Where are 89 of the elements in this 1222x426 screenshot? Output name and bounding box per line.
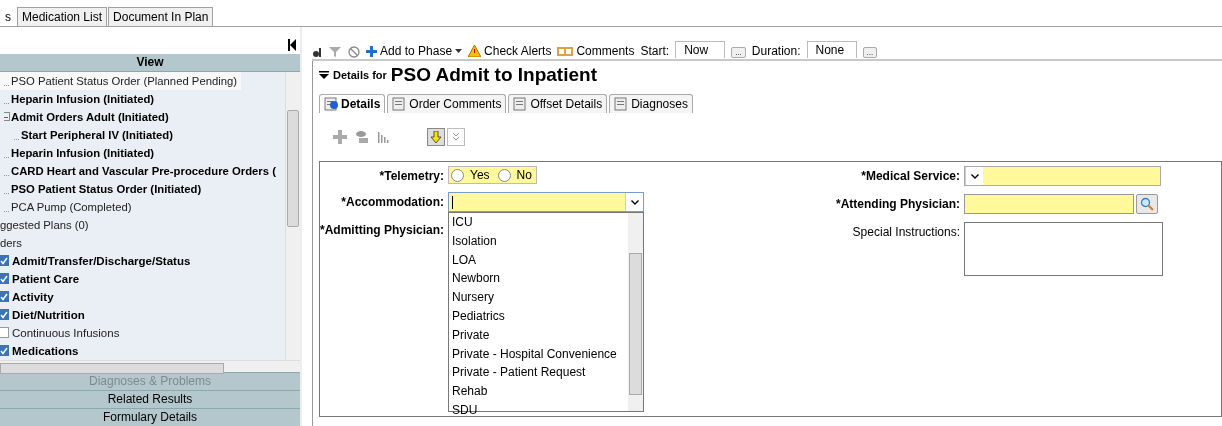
plus-icon[interactable] [333, 130, 347, 144]
dropdown-option[interactable]: Rehab [449, 382, 628, 401]
field-label: *Attending Physician: [835, 196, 960, 211]
prohibited-icon[interactable] [348, 46, 360, 58]
expand-button[interactable] [447, 128, 465, 146]
dropdown-option[interactable]: ICU [449, 213, 628, 232]
section-header[interactable]: Related Results [0, 390, 300, 408]
caret-icon[interactable] [455, 48, 463, 54]
radio-option[interactable]: No [497, 168, 532, 182]
duration-label: Duration: [751, 44, 801, 58]
tree-item[interactable]: PSO Patient Status Order (Initiated) [0, 179, 285, 198]
tab[interactable]: Order Comments [387, 94, 507, 113]
comments-button[interactable]: Comments [557, 44, 635, 58]
dropdown-option[interactable]: Newborn [449, 269, 628, 289]
start-field[interactable]: Now [675, 41, 726, 58]
tree-item[interactable]: Start Peripheral IV (Initiated) [0, 125, 285, 144]
field-label: *Telemetry: [378, 168, 444, 183]
plus-icon[interactable] [366, 45, 377, 57]
category-label[interactable]: Diet/Nutrition [12, 308, 85, 321]
tab[interactable]: Offset Details [508, 94, 608, 113]
tab[interactable]: Details [319, 94, 386, 113]
tree-item[interactable]: Heparin Infusion (Initiated) [0, 143, 285, 162]
dropdown-field[interactable] [448, 192, 644, 212]
tree-item[interactable]: PCA Pump (Completed) [0, 197, 285, 216]
dropdown-field[interactable] [964, 166, 1161, 186]
search-button[interactable] [1136, 194, 1158, 214]
more-button[interactable]: ... [862, 47, 878, 58]
document-icon[interactable] [324, 97, 338, 111]
checkbox[interactable] [0, 291, 9, 303]
category-label[interactable]: Admit/Transfer/Discharge/Status [12, 254, 191, 267]
dropdown-option[interactable]: Private [449, 325, 628, 345]
document-icon[interactable] [614, 97, 629, 111]
bar-chart-icon[interactable] [377, 130, 391, 144]
category-label[interactable]: Activity [12, 290, 54, 303]
checkbox[interactable] [0, 345, 9, 357]
category-label[interactable]: Continuous Infusions [12, 326, 120, 339]
section-header[interactable]: Formulary Details [0, 408, 300, 426]
start-label: Start: [640, 44, 670, 58]
field-label: *Medical Service: [860, 168, 960, 183]
collapse-toggle-icon[interactable] [4, 112, 10, 122]
field-label: *Accommodation: [340, 194, 444, 209]
tab[interactable]: Diagnoses [609, 94, 693, 113]
tree-heading: ggested Plans (0) [0, 217, 90, 233]
checkbox[interactable] [0, 309, 9, 321]
double-chevron-icon[interactable] [452, 132, 460, 142]
collapse-icon[interactable] [288, 38, 296, 51]
dropdown-option[interactable]: LOA [449, 250, 628, 270]
tab[interactable]: Document In Plan [108, 7, 214, 26]
radio-option[interactable]: Yes [451, 168, 490, 182]
chevron-down-icon[interactable] [630, 199, 639, 205]
order-title: PSO Admit to Inpatient [390, 64, 597, 86]
dropdown-option[interactable]: Private - Patient Request [449, 363, 628, 383]
more-button[interactable]: ... [731, 47, 746, 58]
document-icon[interactable] [392, 97, 407, 111]
tree-heading: ders [0, 235, 23, 251]
stacked-icon[interactable] [355, 130, 369, 144]
panel-header[interactable]: View [0, 53, 300, 72]
tree-item[interactable]: Heparin Infusion (Initiated) [0, 89, 285, 108]
category-label[interactable]: Medications [12, 344, 79, 357]
tab[interactable]: Medication List [17, 7, 108, 26]
scrollbar[interactable] [628, 213, 643, 411]
category-label[interactable]: Patient Care [12, 272, 80, 285]
check-alerts-button[interactable]: Check Alerts [468, 44, 552, 58]
dropdown-option[interactable]: Nursery [449, 288, 628, 307]
chevron-down-icon[interactable] [970, 173, 979, 179]
input-field[interactable] [964, 194, 1134, 214]
details-prefix: Details for [333, 69, 387, 81]
document-icon[interactable] [513, 97, 528, 111]
field-label: *Admitting Physician: [320, 222, 444, 237]
dropdown-option[interactable]: Pediatrics [449, 307, 628, 326]
warning-icon[interactable] [468, 45, 482, 57]
add-to-phase-button[interactable]: Add to Phase [366, 44, 463, 58]
checkbox[interactable] [0, 273, 9, 285]
book-icon[interactable] [557, 45, 574, 57]
dropdown-option[interactable]: SDU [449, 400, 628, 420]
tree-item[interactable]: Admit Orders Adult (Initiated) [0, 107, 285, 126]
dropdown-option[interactable]: Private - Hospital Convenience [449, 344, 628, 364]
duration-field[interactable]: None [806, 41, 857, 58]
down-arrow-button[interactable] [427, 128, 445, 146]
checkbox[interactable] [0, 327, 9, 339]
text-area[interactable] [964, 222, 1163, 276]
funnel-icon[interactable] [328, 46, 342, 58]
toolbar-icon[interactable] [312, 46, 322, 58]
collapse-arrow-icon[interactable] [319, 71, 329, 79]
checkbox[interactable] [0, 255, 9, 267]
field-label: Special Instructions: [851, 224, 960, 239]
tree-item[interactable]: CARD Heart and Vascular Pre-procedure Orders ( [0, 161, 285, 180]
scrollbar[interactable] [285, 71, 300, 360]
dropdown-option[interactable]: Isolation [449, 231, 628, 251]
